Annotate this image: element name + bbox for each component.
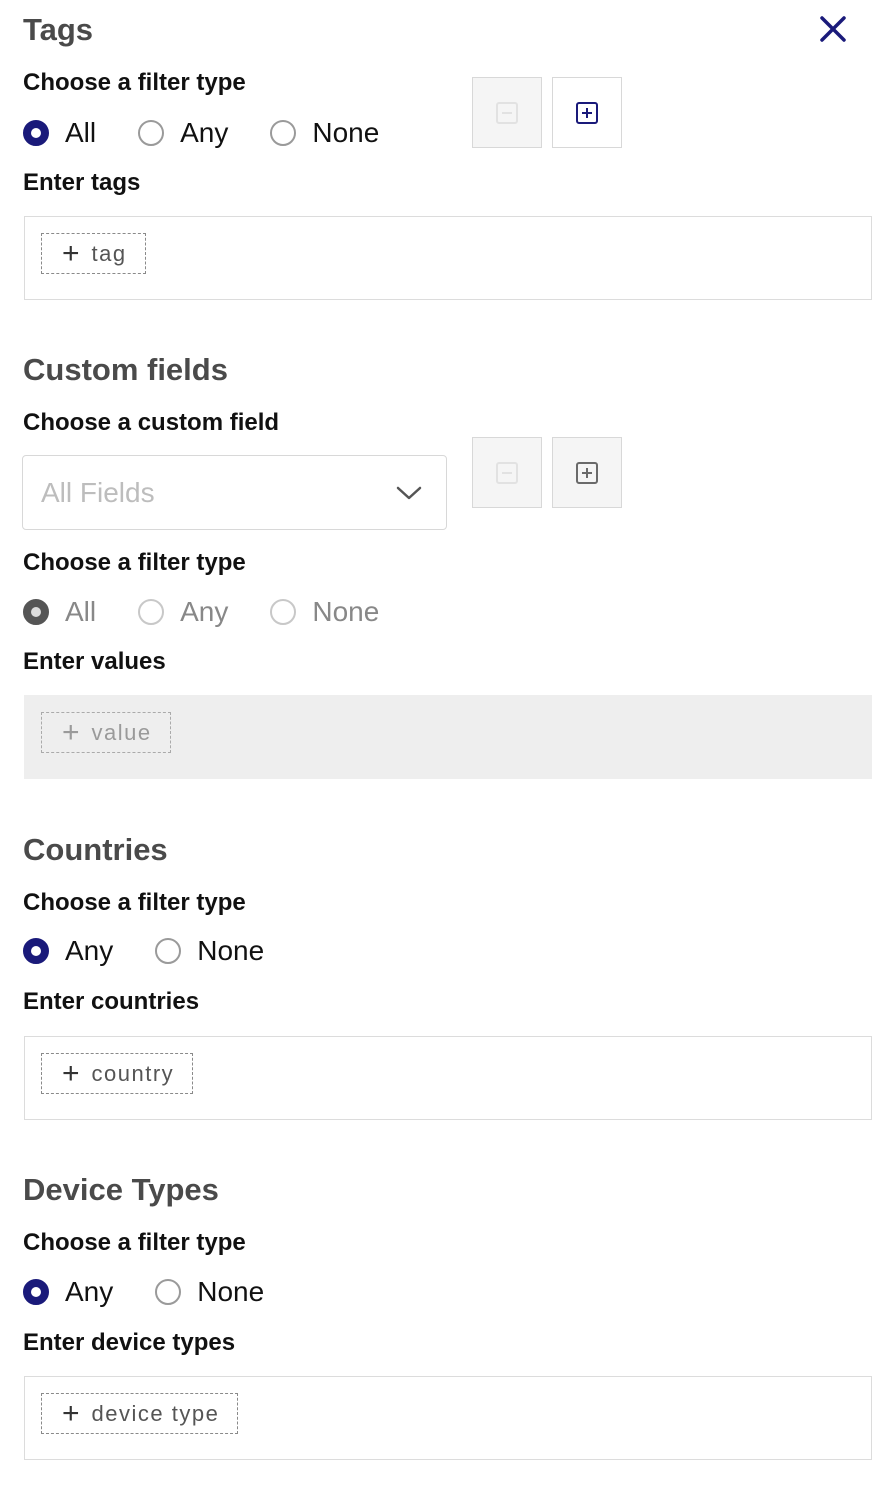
device-types-radio-none[interactable]: None	[155, 1276, 264, 1308]
add-country-button[interactable]: + country	[41, 1053, 194, 1094]
custom-fields-add-filter-button[interactable]	[552, 437, 622, 508]
radio-unchecked-icon	[155, 938, 182, 964]
device-types-input-label: Enter device types	[23, 1329, 236, 1356]
radio-checked-icon	[23, 120, 49, 146]
add-value-button[interactable]: + value	[41, 712, 171, 753]
plus-icon: +	[62, 1056, 80, 1090]
device-types-section-title: Device Types	[23, 1172, 219, 1207]
radio-label: Any	[180, 117, 229, 148]
custom-fields-filter-type-radios: All Any None	[23, 592, 379, 632]
radio-unchecked-icon	[270, 120, 297, 146]
tags-input-box[interactable]: + tag	[24, 216, 872, 300]
custom-fields-filter-type-label: Choose a filter type	[23, 549, 246, 576]
custom-fields-radio-any[interactable]: Any	[138, 596, 228, 628]
custom-field-select-value: All Fields	[41, 476, 155, 508]
minus-square-icon	[496, 461, 518, 484]
tags-radio-any[interactable]: Any	[138, 117, 228, 149]
countries-input-label: Enter countries	[23, 988, 200, 1015]
tags-add-filter-button[interactable]	[552, 77, 622, 148]
device-types-input-box[interactable]: + device type	[24, 1376, 872, 1460]
device-types-filter-type-label: Choose a filter type	[23, 1229, 246, 1256]
radio-label: Any	[65, 935, 114, 966]
radio-label: None	[197, 1276, 265, 1307]
tags-section-title: Tags	[23, 12, 94, 47]
chevron-down-icon	[396, 486, 422, 499]
radio-label: None	[197, 935, 265, 966]
tags-filter-type-label: Choose a filter type	[23, 69, 246, 96]
radio-label: None	[312, 596, 380, 627]
radio-unchecked-icon	[138, 120, 165, 146]
device-types-radio-any[interactable]: Any	[23, 1276, 113, 1308]
plus-icon: +	[62, 236, 80, 270]
add-tag-button[interactable]: + tag	[41, 233, 146, 274]
plus-square-icon	[576, 461, 598, 484]
minus-square-icon	[496, 101, 518, 124]
radio-unchecked-icon	[138, 599, 165, 625]
custom-fields-section-title: Custom fields	[23, 352, 228, 387]
add-device-type-label: device type	[91, 1400, 220, 1426]
countries-radio-none[interactable]: None	[155, 935, 264, 967]
radio-label: All	[65, 596, 97, 627]
custom-fields-input-label: Enter values	[23, 648, 166, 675]
custom-fields-values-box[interactable]: + value	[24, 695, 872, 779]
close-icon	[820, 16, 846, 42]
countries-section-title: Countries	[23, 832, 168, 867]
radio-unchecked-icon	[270, 599, 297, 625]
tags-remove-filter-button[interactable]	[472, 77, 542, 148]
plus-icon: +	[62, 1396, 80, 1430]
custom-field-select[interactable]: All Fields	[22, 455, 447, 530]
plus-square-icon	[576, 101, 598, 124]
tags-radio-none[interactable]: None	[270, 117, 379, 149]
radio-label: Any	[65, 1276, 114, 1307]
add-country-label: country	[91, 1060, 175, 1086]
radio-checked-icon	[23, 938, 49, 964]
add-tag-label: tag	[91, 240, 127, 266]
tags-filter-type-radios: All Any None	[23, 113, 379, 153]
tags-radio-all[interactable]: All	[23, 117, 96, 149]
radio-label: None	[312, 117, 380, 148]
radio-label: Any	[180, 596, 229, 627]
custom-fields-remove-filter-button[interactable]	[472, 437, 542, 508]
radio-checked-icon	[23, 1279, 49, 1305]
custom-fields-radio-all[interactable]: All	[23, 596, 96, 628]
countries-filter-type-label: Choose a filter type	[23, 889, 246, 916]
tags-input-label: Enter tags	[23, 169, 141, 196]
radio-unchecked-icon	[155, 1279, 182, 1305]
radio-checked-icon	[23, 599, 49, 625]
custom-fields-radio-none[interactable]: None	[270, 596, 379, 628]
countries-input-box[interactable]: + country	[24, 1036, 872, 1120]
countries-radio-any[interactable]: Any	[23, 935, 113, 967]
device-types-filter-type-radios: Any None	[23, 1272, 264, 1312]
radio-label: All	[65, 117, 97, 148]
add-value-label: value	[91, 719, 152, 745]
countries-filter-type-radios: Any None	[23, 931, 264, 971]
close-button[interactable]	[816, 12, 850, 46]
add-device-type-button[interactable]: + device type	[41, 1393, 239, 1434]
custom-field-label: Choose a custom field	[23, 409, 280, 436]
plus-icon: +	[62, 715, 80, 749]
